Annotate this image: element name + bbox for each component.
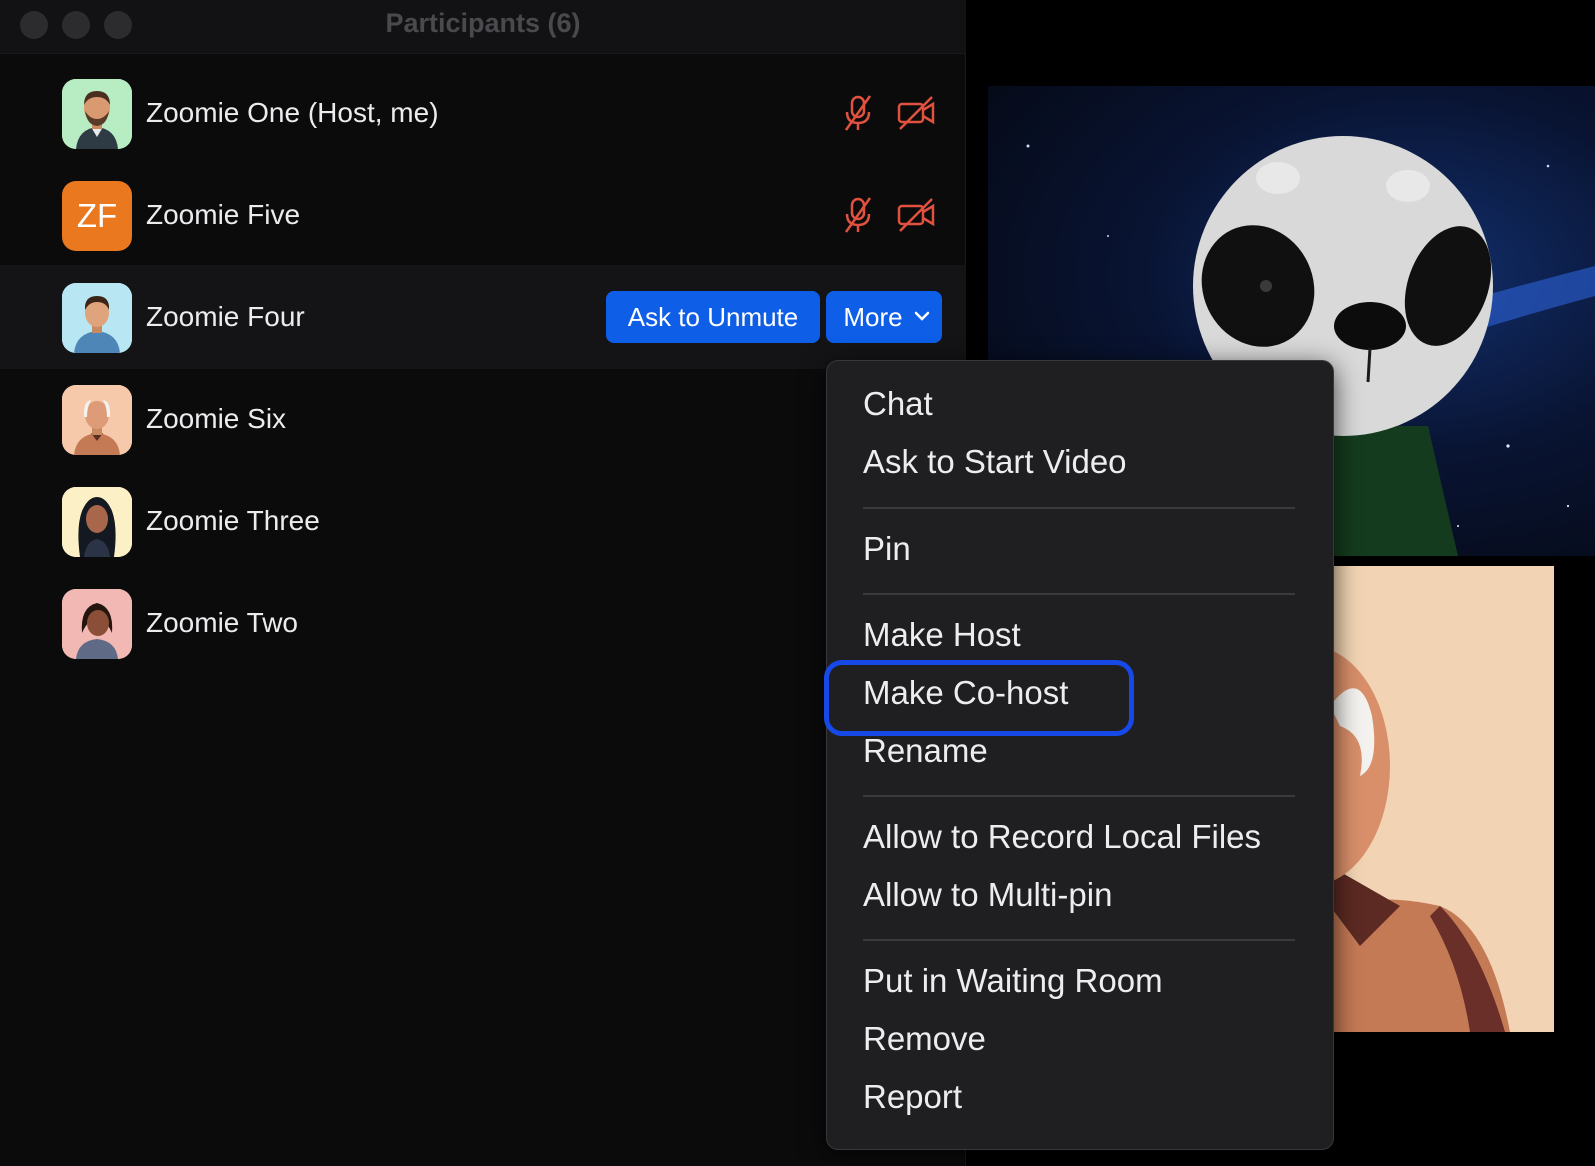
menu-separator — [863, 795, 1295, 797]
more-button-label: More — [843, 302, 903, 332]
participant-row-zoomie-one[interactable]: Zoomie One (Host, me) — [0, 61, 966, 165]
video-off-icon[interactable] — [896, 93, 936, 133]
menu-item-put-in-waiting-room[interactable]: Put in Waiting Room — [863, 962, 1163, 1000]
menu-item-allow-to-multi-pin[interactable]: Allow to Multi-pin — [863, 876, 1112, 914]
participant-name: Zoomie One (Host, me) — [146, 97, 439, 128]
menu-item-ask-to-start-video[interactable]: Ask to Start Video — [863, 443, 1127, 481]
make-co-host-highlight — [824, 660, 1134, 736]
participant-name: Zoomie Four — [146, 301, 305, 332]
menu-separator — [863, 939, 1295, 941]
participant-name: Zoomie Five — [146, 199, 301, 230]
title-bar: Participants (6) — [0, 0, 966, 54]
older-man-avatar — [62, 385, 132, 455]
menu-item-allow-to-record-local-files[interactable]: Allow to Record Local Files — [863, 818, 1261, 856]
woman-avatar — [62, 589, 132, 659]
menu-item-report[interactable]: Report — [863, 1078, 962, 1116]
participant-name: Zoomie Two — [146, 607, 298, 638]
chevron-down-icon — [914, 311, 930, 321]
ask-to-unmute-button[interactable]: Ask to Unmute — [606, 291, 820, 343]
participants-window: Participants (6) Zoomie One (Host, me) Z… — [0, 0, 966, 1166]
menu-item-pin[interactable]: Pin — [863, 530, 911, 568]
menu-item-chat[interactable]: Chat — [863, 385, 933, 423]
woman-long-hair-avatar — [62, 487, 132, 557]
participant-row-zoomie-five[interactable]: ZF Zoomie Five — [0, 163, 966, 267]
more-button[interactable]: More — [826, 291, 942, 343]
participant-name: Zoomie Three — [146, 505, 320, 536]
menu-separator — [863, 507, 1295, 509]
menu-item-make-host[interactable]: Make Host — [863, 616, 1021, 654]
man-beard-avatar — [62, 79, 132, 149]
participant-row-zoomie-six[interactable]: Zoomie Six — [0, 367, 966, 471]
participant-row-zoomie-three[interactable]: Zoomie Three — [0, 469, 966, 573]
menu-item-remove[interactable]: Remove — [863, 1020, 986, 1058]
initials-avatar: ZF — [62, 181, 132, 251]
participant-row-zoomie-four[interactable]: Zoomie Four Ask to Unmute More — [0, 265, 966, 369]
window-title: Participants (6) — [385, 8, 581, 38]
microphone-muted-icon[interactable] — [838, 93, 878, 133]
menu-separator — [863, 593, 1295, 595]
microphone-muted-icon[interactable] — [838, 195, 878, 235]
menu-item-rename[interactable]: Rename — [863, 732, 988, 770]
participant-name: Zoomie Six — [146, 403, 287, 434]
participant-context-menu: Chat Ask to Start Video Pin Make Host Ma… — [826, 360, 1334, 1150]
man-avatar — [62, 283, 132, 353]
participant-row-zoomie-two[interactable]: Zoomie Two — [0, 571, 966, 675]
video-off-icon[interactable] — [896, 195, 936, 235]
